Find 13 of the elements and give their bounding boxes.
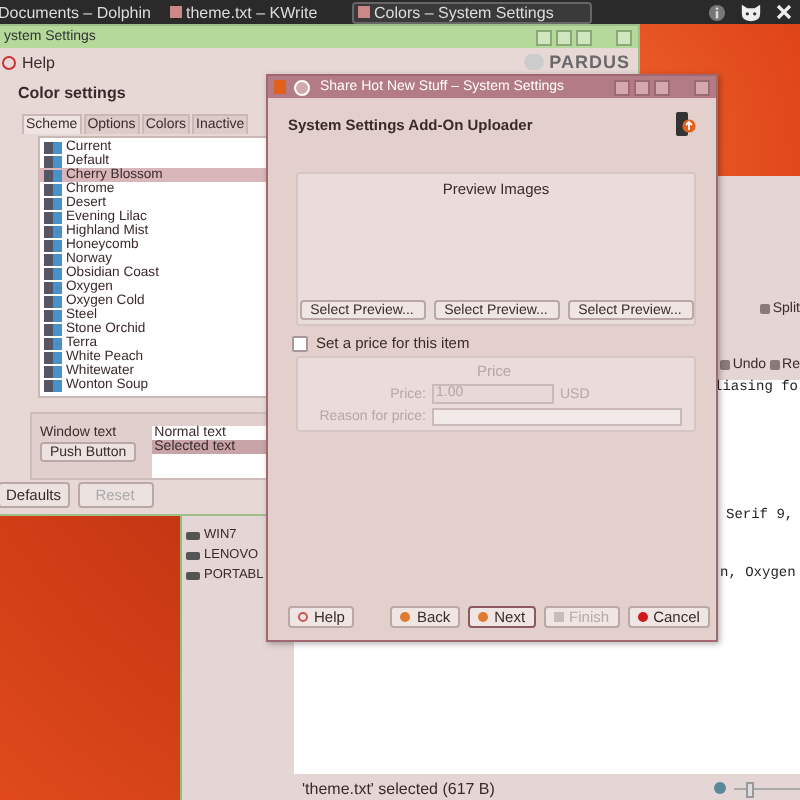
- taskbar-task[interactable]: Colors – System Settings: [352, 1, 592, 23]
- status-text: 'theme.txt' selected (617 B): [302, 779, 495, 797]
- info-icon[interactable]: [708, 3, 726, 21]
- logo-text: PARDUS: [549, 52, 630, 72]
- upload-icon: [676, 112, 696, 136]
- app-icon: [274, 80, 286, 94]
- cat-icon[interactable]: [740, 2, 762, 22]
- checkbox[interactable]: [292, 335, 308, 351]
- taskbar-task[interactable]: Documents – Dolphin: [0, 1, 156, 23]
- section-title: Color settings: [18, 84, 126, 102]
- help-menu[interactable]: Help: [0, 53, 59, 71]
- taskbar-task[interactable]: theme.txt – KWrite: [164, 1, 344, 23]
- zoom-icon: [714, 782, 726, 794]
